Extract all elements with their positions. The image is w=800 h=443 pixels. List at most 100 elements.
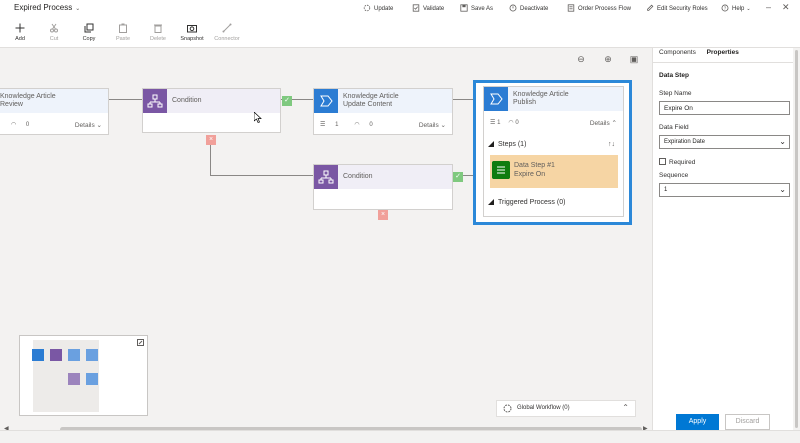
copy-button[interactable]: Copy [74, 23, 104, 42]
stage-meta: ☰ 1 ◠ 0 [490, 120, 519, 126]
sync-icon [503, 404, 512, 413]
plus-icon [15, 23, 25, 33]
condition-title: Condition [172, 97, 202, 104]
svg-text:?: ? [724, 6, 727, 11]
data-step-item[interactable]: Data Step #1 Expire On [490, 155, 618, 188]
steps-header[interactable]: Steps (1) [488, 141, 526, 148]
apply-button[interactable]: Apply [676, 414, 719, 430]
update-button[interactable]: Update [363, 4, 393, 12]
zoom-in-icon[interactable]: ⊕ [602, 54, 614, 66]
details-toggle[interactable]: Details ⌄ [75, 121, 102, 129]
condition-icon [143, 89, 167, 113]
chevron-down-icon: ⌄ [746, 6, 751, 12]
collapse-minimap-icon[interactable] [137, 339, 144, 346]
step-name-label: Step Name [659, 90, 692, 97]
connector-icon [222, 23, 232, 33]
minimap-condition [68, 373, 80, 385]
panel-tabs: Components Properties [659, 49, 748, 56]
selected-stage-highlight[interactable]: Knowledge Article Publish ☰ 1 ◠ 0 Details … [473, 80, 632, 225]
tab-properties[interactable]: Properties [707, 49, 739, 56]
paste-icon [119, 23, 127, 33]
fit-to-screen-icon[interactable]: ▣ [628, 54, 640, 66]
save-as-icon [460, 4, 468, 12]
snapshot-button[interactable]: Snapshot [177, 23, 207, 42]
condition-node-2[interactable]: Condition [313, 164, 453, 210]
delete-branch-icon[interactable]: × [378, 210, 388, 220]
checkbox-box[interactable] [659, 158, 666, 165]
zoom-out-icon[interactable]: ⊖ [575, 54, 587, 66]
connector-button[interactable]: Connector [212, 23, 242, 42]
order-process-flow-button[interactable]: Order Process Flow [567, 4, 631, 12]
stage-node-publish[interactable]: Knowledge Article Publish ☰ 1 ◠ 0 Details … [483, 86, 624, 217]
condition-node-1[interactable]: Condition [142, 88, 281, 133]
step-name-field[interactable]: Expire On [659, 101, 790, 115]
minimap-stage [68, 349, 80, 361]
delete-branch-icon[interactable]: × [206, 135, 216, 145]
triggered-process-header[interactable]: Triggered Process (0) [488, 199, 565, 206]
chevron-up-icon: ⌃ [611, 120, 617, 127]
condition-icon [314, 165, 338, 189]
paste-button[interactable]: Paste [108, 23, 138, 42]
stage-meta: ☰ 1 ◠ 0 [320, 122, 373, 128]
edit-security-roles-button[interactable]: Edit Security Roles [646, 4, 708, 12]
help-button[interactable]: ? Help ⌄ [721, 4, 751, 12]
steps-icon: ☰ [320, 122, 326, 128]
chevron-down-icon: ⌄ [779, 185, 786, 194]
process-title[interactable]: Expired Process ⌄ [14, 3, 80, 12]
data-field-label: Data Field [659, 124, 689, 131]
minimize-icon[interactable]: – [766, 2, 771, 12]
expand-triangle-icon [488, 199, 494, 205]
minimap-stage [86, 373, 98, 385]
tab-components[interactable]: Components [659, 49, 696, 56]
close-icon[interactable]: ✕ [782, 2, 790, 13]
minimap-stage [32, 349, 44, 361]
details-toggle[interactable]: Details ⌃ [590, 119, 617, 127]
vertical-scrollbar[interactable] [793, 48, 800, 430]
discard-button[interactable]: Discard [725, 414, 770, 430]
required-checkbox[interactable]: Required [659, 158, 695, 166]
deactivate-icon [509, 4, 517, 12]
scissors-icon [50, 23, 58, 33]
chevron-down-icon: ⌄ [75, 6, 81, 12]
chevron-down-icon: ⌄ [96, 122, 102, 129]
update-icon [363, 4, 371, 12]
save-as-button[interactable]: Save As [460, 4, 493, 12]
minimap[interactable] [19, 335, 148, 416]
details-toggle[interactable]: Details ⌄ [419, 121, 446, 129]
sync-icon: ◠ [508, 120, 514, 126]
stage-icon [484, 87, 508, 111]
connector-line [109, 99, 142, 100]
delete-button[interactable]: Delete [143, 23, 173, 42]
check-icon[interactable]: ✓ [453, 172, 463, 182]
cut-button[interactable]: Cut [39, 23, 69, 42]
steps-icon: ☰ [490, 120, 496, 126]
data-step-text: Data Step #1 Expire On [514, 162, 555, 178]
expand-triangle-icon [488, 141, 494, 147]
data-field-select[interactable]: Expiration Date ⌄ [659, 135, 790, 149]
scrollbar-thumb[interactable] [795, 50, 798, 428]
minimap-stage [86, 349, 98, 361]
stage-title: Knowledge Article Publish [513, 91, 569, 106]
sync-icon: ◠ [11, 122, 17, 128]
validate-button[interactable]: Validate [412, 4, 444, 12]
minimap-condition [50, 349, 62, 361]
sequence-label: Sequence [659, 172, 689, 179]
stage-title: Knowledge Article Review [0, 93, 56, 108]
sequence-select[interactable]: 1 ⌄ [659, 183, 790, 197]
reorder-arrows-icon[interactable]: ↑↓ [608, 141, 615, 148]
order-process-flow-icon [567, 4, 575, 12]
top-command-bar: Expired Process ⌄ Update Validate Save As… [0, 0, 800, 18]
stage-meta: ◠ 0 [11, 122, 30, 128]
global-workflow-bar[interactable]: Global Workflow (0) ⌃ [496, 400, 636, 417]
camera-icon [187, 25, 197, 33]
add-button[interactable]: Add [5, 23, 35, 42]
stage-title: Knowledge Article Update Content [343, 93, 399, 108]
stage-node-review[interactable]: Knowledge Article Review ◠ 0 Details ⌄ [0, 88, 109, 135]
chevron-up-icon[interactable]: ⌃ [622, 403, 629, 412]
tab-divider [653, 62, 794, 63]
process-canvas[interactable]: ⊖ ⊕ ▣ Knowledge Article Review ◠ 0 Detail… [0, 48, 652, 430]
connector-line [210, 175, 313, 176]
stage-node-update-content[interactable]: Knowledge Article Update Content ☰ 1 ◠ 0 D… [313, 88, 453, 135]
check-icon[interactable]: ✓ [282, 96, 292, 106]
deactivate-button[interactable]: Deactivate [509, 4, 548, 12]
